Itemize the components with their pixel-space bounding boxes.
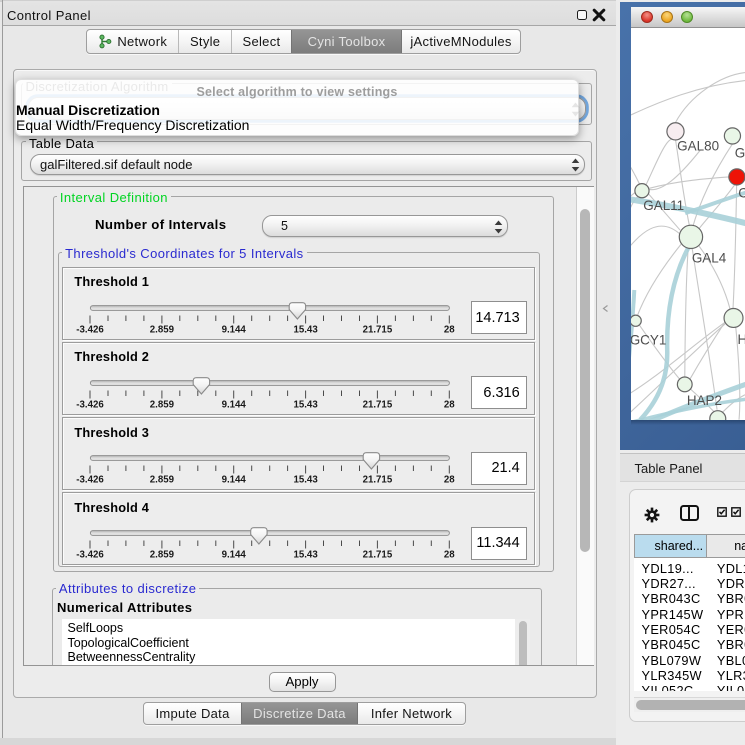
svg-text:-3.426: -3.426	[76, 324, 104, 335]
svg-text:28: 28	[444, 324, 455, 335]
svg-text:15.43: 15.43	[293, 475, 318, 486]
svg-text:28: 28	[444, 475, 455, 486]
svg-text:9.144: 9.144	[221, 475, 246, 486]
svg-text:HAP2: HAP2	[687, 393, 722, 408]
svg-text:28: 28	[444, 399, 455, 410]
svg-text:28: 28	[444, 550, 455, 561]
svg-text:21.715: 21.715	[362, 475, 392, 486]
svg-text:H: H	[737, 332, 744, 347]
svg-text:GAL80: GAL80	[677, 138, 719, 153]
svg-text:9.144: 9.144	[221, 399, 246, 410]
svg-text:2.859: 2.859	[149, 550, 174, 561]
svg-text:2.859: 2.859	[149, 399, 174, 410]
svg-text:9.144: 9.144	[221, 550, 246, 561]
svg-text:-3.426: -3.426	[76, 475, 104, 486]
svg-text:9.144: 9.144	[221, 324, 246, 335]
svg-text:15.43: 15.43	[293, 550, 318, 561]
svg-text:-3.426: -3.426	[76, 550, 104, 561]
svg-text:GAL4: GAL4	[692, 250, 727, 265]
svg-text:GCY1: GCY1	[631, 332, 666, 347]
svg-text:21.715: 21.715	[362, 399, 392, 410]
svg-text:2.859: 2.859	[149, 324, 174, 335]
svg-text:GA: GA	[734, 145, 744, 160]
svg-text:15.43: 15.43	[293, 399, 318, 410]
svg-text:C: C	[738, 185, 745, 200]
svg-text:-3.426: -3.426	[76, 399, 104, 410]
svg-text:2.859: 2.859	[149, 475, 174, 486]
svg-text:21.715: 21.715	[362, 550, 392, 561]
svg-text:21.715: 21.715	[362, 324, 392, 335]
svg-text:GAL11: GAL11	[643, 197, 684, 212]
svg-text:15.43: 15.43	[293, 324, 318, 335]
